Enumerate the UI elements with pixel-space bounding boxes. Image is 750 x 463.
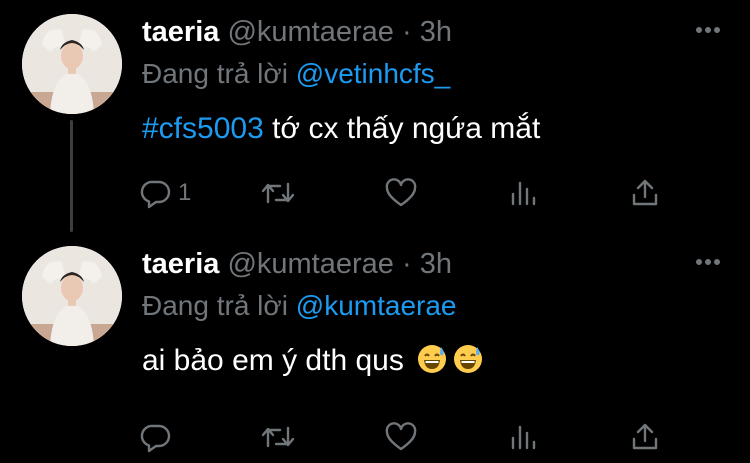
retweet-button[interactable] — [260, 172, 296, 214]
tweet-text-content: ai bảo em ý dth qus — [142, 344, 404, 377]
more-icon[interactable] — [694, 16, 722, 49]
tweet-header: taeria @kumtaerae · 3h — [142, 14, 452, 50]
like-icon — [384, 421, 418, 453]
retweet-button[interactable] — [260, 416, 296, 458]
share-button[interactable] — [630, 172, 660, 214]
tweet-header: taeria @kumtaerae · 3h — [142, 246, 452, 282]
reply-prefix: Đang trả lời — [142, 290, 288, 321]
action-bar: 1 — [0, 172, 750, 214]
reply-button[interactable] — [140, 416, 178, 458]
reply-button[interactable]: 1 — [140, 172, 191, 214]
reply-icon — [140, 421, 172, 453]
reply-icon — [140, 177, 172, 209]
display-name[interactable]: taeria — [142, 248, 219, 280]
replying-to: Đang trả lời @kumtaerae — [142, 288, 456, 324]
replying-to: Đang trả lời @vetinhcfs_ — [142, 56, 450, 92]
avatar[interactable] — [22, 14, 122, 114]
user-handle[interactable]: @kumtaerae — [227, 248, 393, 280]
tweet-text-content: tớ cx thấy ngứa mắt — [263, 112, 541, 145]
avatar[interactable] — [22, 246, 122, 346]
tweet[interactable]: taeria @kumtaerae · 3h Đang trả lời @kum… — [0, 232, 750, 463]
grinning-face-with-sweat-icon — [452, 343, 484, 386]
stats-button[interactable] — [508, 172, 538, 214]
display-name[interactable]: taeria — [142, 16, 219, 48]
grinning-face-with-sweat-icon — [416, 343, 448, 386]
tweet[interactable]: taeria @kumtaerae · 3h Đang trả lời @vet… — [0, 0, 750, 232]
separator: · — [401, 16, 412, 48]
user-handle[interactable]: @kumtaerae — [227, 16, 393, 48]
tweet-text: ai bảo em ý dth qus — [142, 341, 484, 386]
reply-count: 1 — [178, 179, 192, 206]
timestamp[interactable]: 3h — [420, 16, 452, 48]
share-icon — [630, 177, 660, 209]
share-button[interactable] — [630, 416, 660, 458]
hashtag-link[interactable]: #cfs5003 — [142, 112, 264, 145]
stats-icon — [508, 421, 538, 453]
tweet-text: #cfs5003 tớ cx thấy ngứa mắt — [142, 109, 540, 149]
like-button[interactable] — [384, 172, 418, 214]
retweet-icon — [260, 421, 296, 453]
like-icon — [384, 177, 418, 209]
reply-mention[interactable]: @vetinhcfs_ — [296, 58, 451, 89]
action-bar — [0, 416, 750, 458]
timestamp[interactable]: 3h — [420, 248, 452, 280]
more-icon[interactable] — [694, 248, 722, 281]
stats-button[interactable] — [508, 416, 538, 458]
reply-prefix: Đang trả lời — [142, 58, 288, 89]
reply-mention[interactable]: @kumtaerae — [296, 290, 457, 321]
retweet-icon — [260, 177, 296, 209]
separator: · — [401, 248, 412, 280]
stats-icon — [508, 177, 538, 209]
like-button[interactable] — [384, 416, 418, 458]
share-icon — [630, 421, 660, 453]
